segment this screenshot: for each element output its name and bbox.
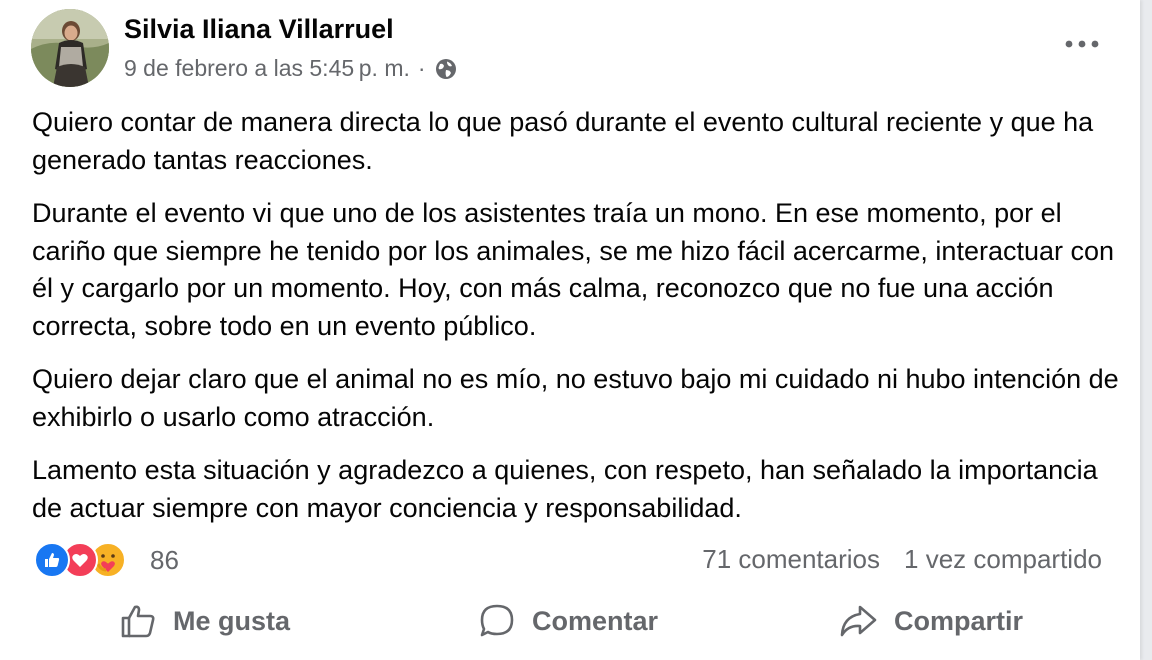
ellipsis-icon: [1065, 40, 1099, 48]
post-paragraph: Durante el evento vi que uno de los asis…: [32, 198, 1115, 341]
post-timestamp[interactable]: 9 de febrero a las 5:45 p. m.: [124, 55, 410, 82]
post-body: Quiero contar de manera directa lo que p…: [32, 104, 1122, 543]
like-icon: [34, 542, 70, 578]
comment-button[interactable]: Comentar: [478, 596, 658, 646]
comment-label: Comentar: [532, 605, 659, 636]
share-button[interactable]: Compartir: [838, 596, 1023, 646]
reaction-icons: [34, 542, 142, 578]
engagement-counts: 71 comentarios 1 vez compartido: [702, 544, 1102, 575]
comment-icon: [480, 604, 514, 637]
more-options-button[interactable]: [1062, 30, 1102, 58]
globe-icon: [434, 57, 458, 81]
like-button[interactable]: Me gusta: [119, 596, 290, 646]
reaction-count: 86: [150, 544, 179, 575]
meta-separator: ·: [417, 55, 426, 81]
post-card: Silvia Iliana Villarruel 9 de febrero a …: [0, 0, 1140, 660]
post-paragraph: Lamento esta situación y agradezco a qui…: [32, 455, 1098, 523]
action-bar: Me gusta Comentar Compartir: [0, 596, 1140, 646]
reactions-summary[interactable]: 86: [34, 542, 179, 578]
post-paragraph: Quiero dejar claro que el animal no es m…: [32, 364, 1119, 432]
post-paragraph: Quiero contar de manera directa lo que p…: [32, 107, 1094, 175]
author-name[interactable]: Silvia Iliana Villarruel: [124, 14, 394, 45]
avatar[interactable]: [31, 9, 109, 87]
post-meta: 9 de febrero a las 5:45 p. m. ·: [124, 55, 458, 82]
like-label: Me gusta: [173, 605, 291, 636]
share-label: Compartir: [894, 605, 1024, 636]
thumbs-up-icon: [121, 605, 155, 638]
shares-count-link[interactable]: 1 vez compartido: [904, 544, 1102, 575]
share-icon: [840, 605, 877, 637]
comments-count-link[interactable]: 71 comentarios: [702, 544, 880, 575]
avatar-photo: [31, 9, 109, 87]
